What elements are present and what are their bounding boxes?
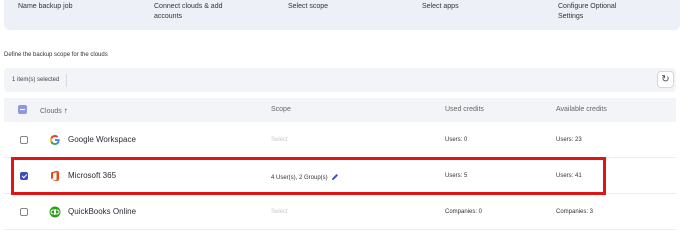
- column-header-used-credits: Used credits: [445, 106, 484, 113]
- table-header: Clouds ↑ Scope Used credits Available cre…: [4, 98, 676, 122]
- step-select-apps[interactable]: Select apps: [422, 2, 459, 12]
- section-label: Define the backup scope for the clouds: [4, 52, 108, 58]
- row-checkbox[interactable]: [20, 136, 28, 144]
- step-select-scope[interactable]: Select scope: [288, 2, 328, 12]
- select-all-checkbox[interactable]: [18, 105, 27, 114]
- table-row[interactable]: Google Workspace Select Users: 0 Users: …: [4, 122, 676, 158]
- used-credits: Users: 5: [445, 173, 468, 179]
- divider: [66, 74, 67, 87]
- pencil-edit-icon[interactable]: [331, 173, 339, 181]
- refresh-icon: ↻: [661, 74, 670, 85]
- cloud-name: Microsoft 365: [68, 171, 117, 180]
- refresh-button[interactable]: ↻: [657, 71, 674, 88]
- available-credits: Companies: 3: [556, 209, 594, 215]
- column-header-clouds-label: Clouds: [40, 108, 62, 115]
- office-logo-icon: [51, 170, 59, 182]
- cloud-name: QuickBooks Online: [68, 207, 137, 216]
- quickbooks-logo-icon: [49, 206, 61, 218]
- table-row[interactable]: Microsoft 365 4 User(s), 2 Group(s) User…: [4, 158, 676, 194]
- scope-value: 4 User(s), 2 Group(s): [271, 173, 339, 181]
- table-row[interactable]: QuickBooks Online Select Companies: 0 Co…: [4, 194, 676, 230]
- selection-bar: 1 item(s) selected ↻: [4, 68, 676, 92]
- scope-summary: 4 User(s), 2 Group(s): [271, 175, 328, 181]
- available-credits: Users: 41: [556, 173, 582, 179]
- google-logo-icon: [50, 135, 60, 145]
- row-checkbox[interactable]: [20, 172, 28, 180]
- available-credits: Users: 23: [556, 137, 582, 143]
- wizard-stepper: Name backup job Connect clouds & add acc…: [4, 0, 680, 30]
- row-checkbox[interactable]: [20, 208, 28, 216]
- cloud-name: Google Workspace: [68, 135, 136, 144]
- used-credits: Users: 0: [445, 137, 468, 143]
- scope-select-link[interactable]: Select: [271, 209, 288, 215]
- scope-select-link[interactable]: Select: [271, 137, 288, 143]
- column-header-available-credits: Available credits: [556, 106, 607, 113]
- column-header-clouds[interactable]: Clouds ↑: [40, 106, 68, 115]
- sort-arrow-up-icon[interactable]: ↑: [64, 106, 68, 115]
- step-name-backup-job[interactable]: Name backup job: [18, 2, 72, 12]
- selection-count: 1 item(s) selected: [12, 77, 60, 83]
- step-connect-clouds[interactable]: Connect clouds & add accounts: [154, 2, 224, 22]
- step-configure-settings[interactable]: Configure Optional Settings: [558, 2, 638, 22]
- column-header-scope: Scope: [271, 106, 291, 113]
- used-credits: Companies: 0: [445, 209, 483, 215]
